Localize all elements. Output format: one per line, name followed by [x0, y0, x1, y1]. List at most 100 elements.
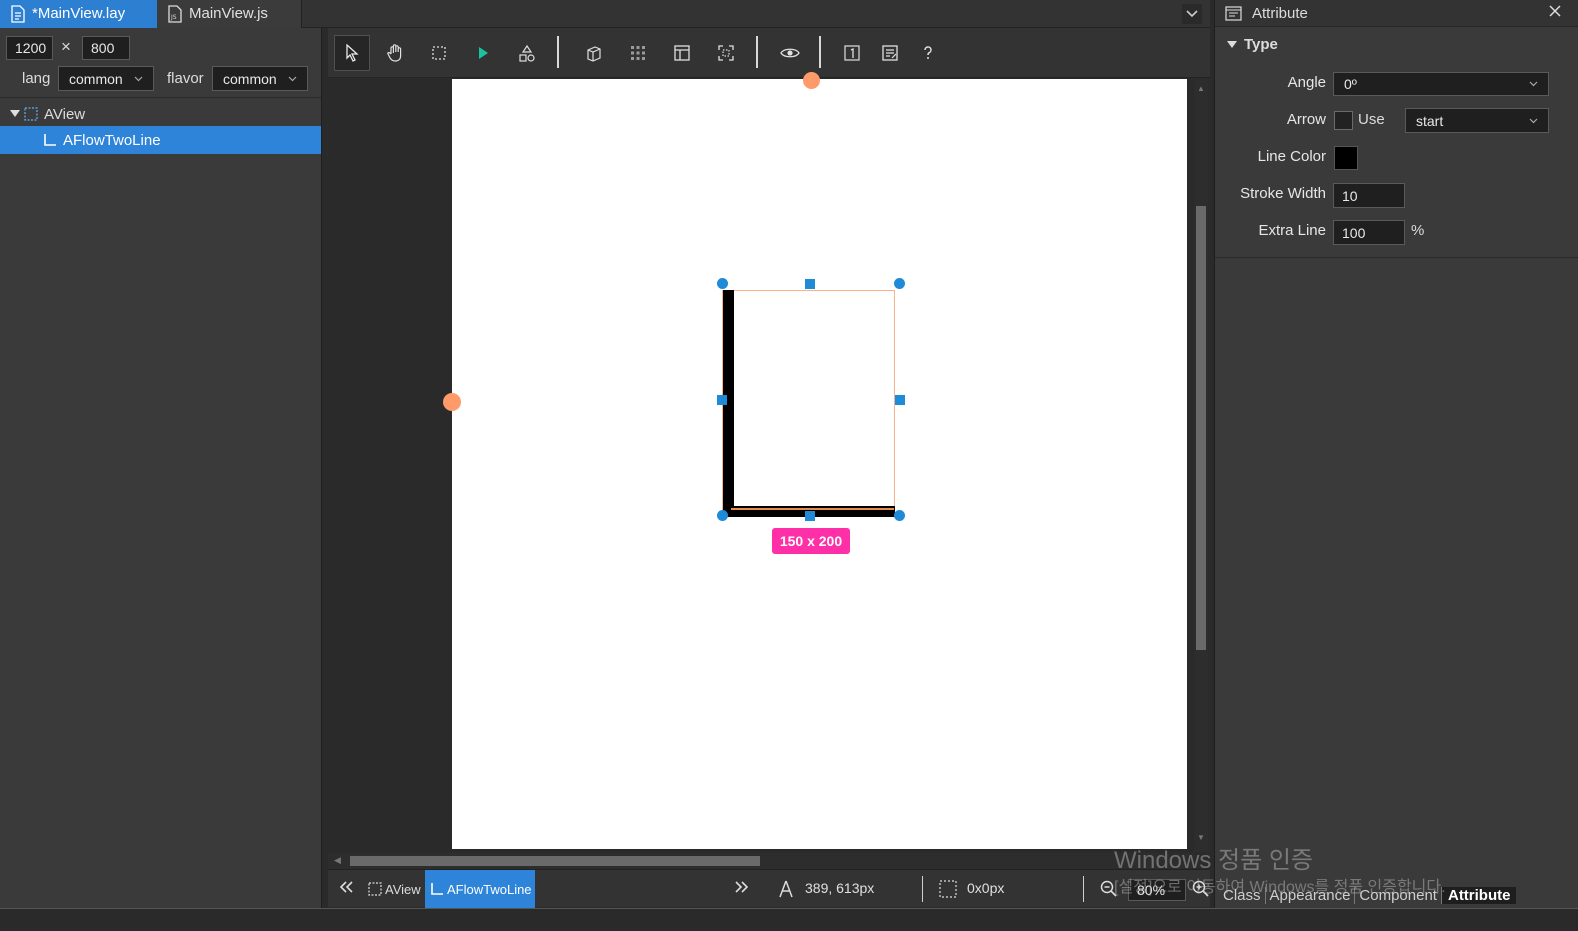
- tab-overflow-button[interactable]: [1182, 4, 1202, 24]
- flavor-label: flavor: [167, 70, 204, 87]
- line-color-swatch[interactable]: [1334, 146, 1358, 170]
- vertical-scrollbar-thumb[interactable]: [1196, 206, 1206, 650]
- resize-handle-top[interactable]: [805, 279, 815, 289]
- breadcrumb-item-aflowtwoline[interactable]: AFlowTwoLine: [425, 870, 535, 908]
- arrow-position-select[interactable]: start: [1405, 108, 1549, 133]
- breadcrumb-label: AView: [385, 881, 421, 897]
- extra-line-unit: %: [1411, 222, 1425, 239]
- section-title: Type: [1244, 36, 1278, 53]
- selection-size-readout: 0x0px: [967, 880, 1005, 896]
- height-input[interactable]: 800: [82, 36, 130, 60]
- notes-button[interactable]: [872, 35, 908, 71]
- numbered-box-icon: [844, 45, 860, 61]
- page-one-button[interactable]: [834, 35, 870, 71]
- breadcrumb-back-button[interactable]: [338, 880, 354, 897]
- dashed-rect-icon: [432, 46, 446, 60]
- preview-button[interactable]: [772, 35, 808, 71]
- grid-toggle-button[interactable]: [620, 35, 656, 71]
- note-edit-icon: [882, 45, 898, 61]
- extra-line-input[interactable]: 100: [1333, 220, 1405, 245]
- fit-screen-icon: [718, 45, 734, 61]
- bottom-status-strip: [0, 908, 1578, 931]
- windows-activation-watermark-sub: [설정]으로 이동하여 Windows를 정품 인증합니다.: [1114, 879, 1446, 896]
- run-button[interactable]: [465, 35, 501, 71]
- layout-tree-panel: 1200 × 800 lang common flavor common AVi…: [0, 28, 322, 908]
- breadcrumb-forward-button[interactable]: [734, 880, 750, 897]
- angle-select-value: 0º: [1344, 76, 1357, 92]
- windows-activation-watermark: Windows 정품 인증: [1114, 847, 1314, 874]
- lang-label: lang: [22, 70, 51, 87]
- scroll-up-arrow-icon[interactable]: ▲: [1197, 84, 1205, 93]
- toolbar-separator: [819, 36, 821, 68]
- arrow-use-label: Use: [1358, 111, 1385, 128]
- js-file-icon: JS: [168, 4, 182, 23]
- type-section-header[interactable]: Type: [1227, 36, 1278, 53]
- extra-line-label: Extra Line: [1258, 222, 1326, 239]
- canvas-status-bar: AView AFlowTwoLine 389, 613px 0x0px 80%: [328, 869, 1210, 908]
- attribute-window-icon: [1225, 5, 1242, 21]
- shapes-icon: [519, 44, 535, 62]
- page-left-anchor-handle[interactable]: [443, 393, 461, 411]
- resize-handle-top-right[interactable]: [894, 278, 905, 289]
- pointer-icon: [346, 44, 359, 62]
- flavor-select[interactable]: common: [212, 66, 308, 91]
- resize-handle-bottom-left[interactable]: [717, 510, 728, 521]
- fit-screen-button[interactable]: [708, 35, 744, 71]
- tree-item-label: AFlowTwoLine: [63, 131, 161, 149]
- svg-text:JS: JS: [170, 14, 177, 21]
- tree-item-aview[interactable]: AView: [0, 100, 321, 128]
- angle-select[interactable]: 0º: [1333, 72, 1549, 96]
- marquee-tool-button[interactable]: [421, 35, 457, 71]
- select-tool-button[interactable]: [334, 35, 370, 71]
- stroke-width-label: Stroke Width: [1240, 185, 1326, 202]
- tab-mainview-lay[interactable]: *MainView.lay: [0, 0, 157, 28]
- flow-line-icon: [431, 883, 443, 895]
- cursor-position-icon: [779, 880, 793, 898]
- help-button[interactable]: [910, 35, 946, 71]
- tab-label: *MainView.lay: [32, 5, 126, 22]
- double-chevron-left-icon: [339, 881, 353, 893]
- view-dashed-box-icon: [24, 107, 38, 121]
- resize-handle-left[interactable]: [717, 395, 727, 405]
- close-icon: [1549, 5, 1561, 17]
- shapes-tool-button[interactable]: [509, 35, 545, 71]
- pan-tool-button[interactable]: [378, 35, 414, 71]
- hand-icon: [387, 44, 402, 62]
- canvas-toolbar: [328, 28, 1210, 78]
- layers-button[interactable]: [576, 35, 612, 71]
- resize-handle-bottom[interactable]: [805, 511, 815, 521]
- resize-handle-top-left[interactable]: [717, 278, 728, 289]
- left-splitter[interactable]: [322, 28, 327, 908]
- layout-panel-icon: [674, 45, 690, 61]
- attribute-panel: Attribute Type Angle 0º Arrow Use start …: [1214, 0, 1578, 908]
- angle-label: Angle: [1287, 74, 1326, 91]
- arrow-use-checkbox[interactable]: [1334, 111, 1353, 130]
- resize-handle-bottom-right[interactable]: [894, 510, 905, 521]
- panel-divider: [0, 97, 321, 98]
- horizontal-scrollbar-thumb[interactable]: [350, 856, 760, 866]
- attribute-divider: [1215, 257, 1578, 258]
- tab-mainview-js[interactable]: JS MainView.js: [157, 0, 302, 28]
- chevron-down-icon: [288, 76, 297, 81]
- grid-icon: [631, 46, 645, 60]
- chevron-down-icon: [1529, 81, 1538, 87]
- collapse-triangle-icon: [1227, 40, 1237, 48]
- double-chevron-right-icon: [735, 881, 749, 893]
- width-input[interactable]: 1200: [6, 36, 53, 60]
- page-top-anchor-handle[interactable]: [803, 72, 820, 89]
- attribute-panel-close-button[interactable]: [1549, 4, 1561, 20]
- arrow-select-value: start: [1416, 112, 1444, 129]
- component-bounding-box[interactable]: [722, 290, 895, 517]
- breadcrumb-label: AFlowTwoLine: [447, 881, 532, 897]
- breadcrumb-item-aview[interactable]: AView: [368, 876, 421, 902]
- layout-panel-button[interactable]: [664, 35, 700, 71]
- stroke-width-input[interactable]: 10: [1333, 183, 1405, 208]
- tree-item-aflowtwoline[interactable]: AFlowTwoLine: [0, 126, 321, 154]
- scroll-left-arrow-icon[interactable]: ◀: [334, 855, 341, 866]
- chevron-down-icon: [1186, 10, 1198, 18]
- panel-tab-attribute[interactable]: Attribute: [1441, 886, 1517, 904]
- lang-select[interactable]: common: [58, 66, 154, 91]
- play-icon: [479, 47, 488, 59]
- resize-handle-right[interactable]: [895, 395, 905, 405]
- arrow-label: Arrow: [1286, 111, 1326, 128]
